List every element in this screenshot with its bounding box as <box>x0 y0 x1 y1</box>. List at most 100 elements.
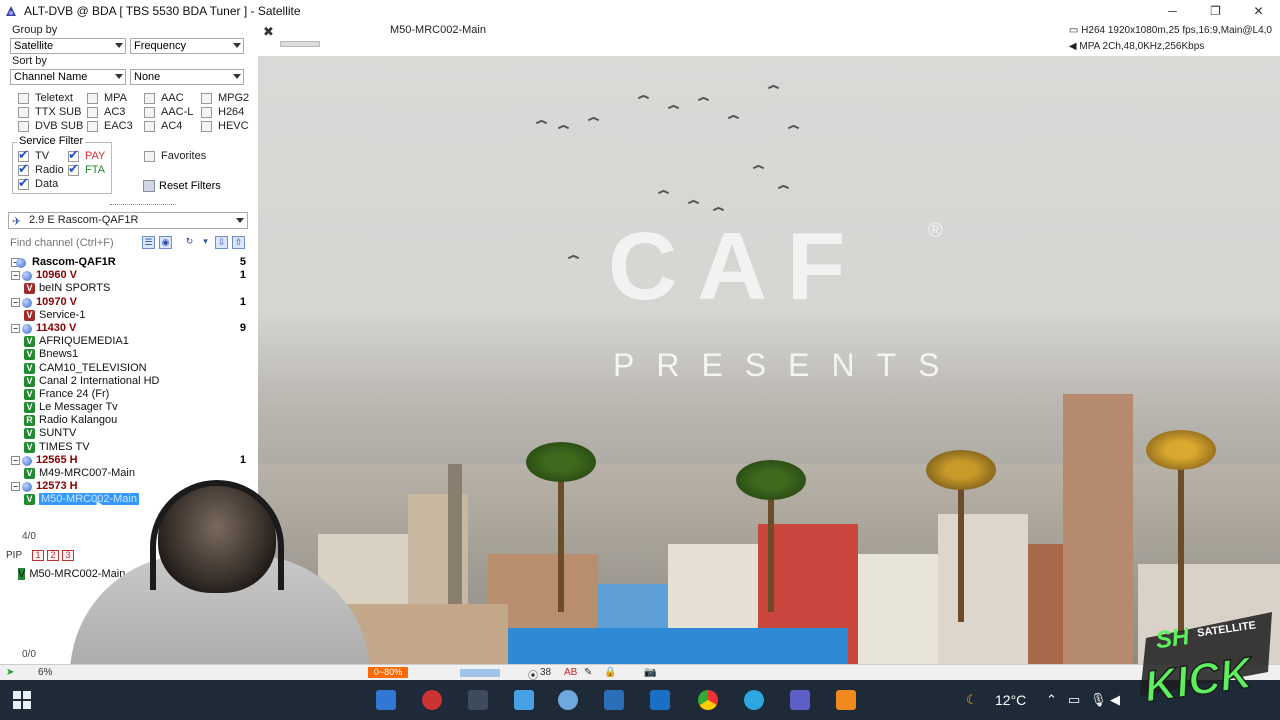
channel-item[interactable]: R Radio Kalangou <box>8 414 248 427</box>
network-icon[interactable]: ▭ <box>1068 692 1080 708</box>
reset-filters-button[interactable]: Reset Filters <box>143 180 221 192</box>
app-icon[interactable] <box>650 690 670 710</box>
channel-item[interactable]: V M49-MRC007-Main <box>8 467 248 480</box>
scan-icon[interactable]: ◉ <box>159 236 172 249</box>
camera-icon[interactable]: 📷 <box>644 667 656 678</box>
sort-by-select[interactable]: Channel Name <box>10 69 126 85</box>
pin-icon[interactable]: ✎ <box>584 667 592 678</box>
checkbox-ac4[interactable]: AC4 <box>144 120 182 132</box>
folder-icon[interactable] <box>514 690 534 710</box>
pip-slot-3-button[interactable]: 3 <box>62 550 74 561</box>
tray-chevron-icon[interactable]: ⌃ <box>1046 692 1057 708</box>
tree-transponder-node[interactable]: − 12565 H 1 <box>8 454 248 467</box>
bird-shape <box>698 94 708 104</box>
channel-name: SUNTV <box>39 427 77 440</box>
channel-item[interactable]: V France 24 (Fr) <box>8 388 248 401</box>
close-button[interactable]: ✕ <box>1237 0 1280 22</box>
channel-search-input[interactable] <box>8 235 138 252</box>
channel-item[interactable]: V Service-1 <box>8 309 248 322</box>
channel-name: France 24 (Fr) <box>39 387 110 400</box>
channel-item[interactable]: V Canal 2 International HD <box>8 375 248 388</box>
tree-transponder-node[interactable]: − 10960 V 1 <box>8 269 248 282</box>
pip-slot-2-button[interactable]: 2 <box>47 550 59 561</box>
sort-up-icon[interactable]: ⇧ <box>232 236 245 249</box>
windows-start-icon[interactable] <box>13 691 31 709</box>
channel-item[interactable]: V SUNTV <box>8 427 248 440</box>
list-view-icon[interactable]: ☰ <box>142 236 155 249</box>
channel-name: Le Messager Tv <box>39 401 118 414</box>
channel-item[interactable]: V AFRIQUEMEDIA1 <box>8 335 248 348</box>
settings-app-icon[interactable] <box>558 690 578 710</box>
sort-by-secondary-select[interactable]: None <box>130 69 244 85</box>
checkbox-teletext[interactable]: Teletext <box>18 92 73 104</box>
checkbox-aac[interactable]: AAC <box>144 92 184 104</box>
collapse-icon[interactable]: − <box>11 297 20 307</box>
lock-icon[interactable]: 🔒 <box>604 667 616 678</box>
bird-shape <box>658 187 668 197</box>
channel-name: Radio Kalangou <box>39 414 118 427</box>
minimize-button[interactable]: ─ <box>1151 0 1194 22</box>
sh-satellite-kick-logo: SH SATELLITE KICK <box>1140 612 1272 713</box>
volume-slider[interactable] <box>280 41 320 47</box>
tree-satellite-node[interactable]: −Rascom-QAF1R5 <box>8 256 248 269</box>
checkbox-label: TV <box>35 150 50 162</box>
windows-taskbar: ☾ 12°C ⌃ ▭ 🎙 ◀ <box>0 680 1280 720</box>
app-icon[interactable] <box>468 690 488 710</box>
checkbox-ac3[interactable]: AC3 <box>87 106 125 118</box>
checkbox-dvb-sub[interactable]: DVB SUB <box>18 120 83 132</box>
vlc-icon[interactable] <box>836 690 856 710</box>
checkbox-ttx-sub[interactable]: TTX SUB <box>18 106 81 118</box>
sort-down-icon[interactable]: ⇩ <box>215 236 228 249</box>
alt-dvb-taskbar-icon[interactable] <box>790 690 810 710</box>
checkbox-favorites[interactable]: Favorites <box>144 150 206 162</box>
volume-icon[interactable]: ◀ <box>1110 692 1120 708</box>
store-icon[interactable] <box>376 690 396 710</box>
restore-button[interactable]: ❐ <box>1194 0 1237 22</box>
ab-icon[interactable]: AB <box>564 667 577 678</box>
chrome-icon[interactable] <box>698 690 718 710</box>
telegram-icon[interactable] <box>744 690 764 710</box>
recorder-app-icon[interactable] <box>422 690 442 710</box>
transponder-label: 10970 V <box>36 295 77 308</box>
transponder-label: 12573 H <box>36 480 78 493</box>
pip-label: PIP <box>6 550 23 561</box>
collapse-icon[interactable]: − <box>11 482 20 492</box>
pip-channel-item[interactable]: V M50-MRC002-Main <box>18 568 125 580</box>
checkbox-mpg2[interactable]: MPG2 <box>201 92 249 104</box>
checkbox-h264[interactable]: H264 <box>201 106 244 118</box>
dropdown-arrow-icon[interactable]: ▾ <box>199 236 212 249</box>
collapse-icon[interactable]: − <box>11 323 20 333</box>
microphone-icon[interactable]: 🎙 <box>1090 692 1107 708</box>
tree-transponder-node[interactable]: − 11430 V 9 <box>8 322 248 335</box>
video-player[interactable]: ✖ M50-MRC002-Main ▭ H264 1920x1080m,25 f… <box>258 22 1280 664</box>
splitter-handle[interactable] <box>110 204 176 208</box>
checkbox-data[interactable]: Data <box>18 175 58 191</box>
bird-shape <box>638 92 648 102</box>
checkbox-mpa[interactable]: MPA <box>87 92 127 104</box>
channel-item[interactable]: VbeIN SPORTS <box>8 282 248 295</box>
checkbox-aac-l[interactable]: AAC-L <box>144 106 193 118</box>
tree-transponder-node[interactable]: − 10970 V 1 <box>8 296 248 309</box>
collapse-icon[interactable]: − <box>11 271 20 281</box>
channel-name: Bnews1 <box>39 348 79 361</box>
channel-name: M50-MRC002-Main <box>39 493 139 506</box>
refresh-icon[interactable]: ↻ <box>183 236 196 249</box>
close-video-icon[interactable]: ✖ <box>263 24 274 40</box>
globe-icon <box>22 482 32 493</box>
transponder-label: 10960 V <box>36 269 77 282</box>
calculator-icon[interactable] <box>604 690 624 710</box>
channel-item[interactable]: V TIMES TV <box>8 441 248 454</box>
satellite-select[interactable]: ✈ 2.9 E Rascom-QAF1R <box>8 212 248 229</box>
group-by-select[interactable]: Satellite <box>10 38 126 54</box>
pip-slot-1-button[interactable]: 1 <box>32 550 44 561</box>
channel-item[interactable]: V Bnews1 <box>8 348 248 361</box>
collapse-icon[interactable]: − <box>11 455 20 465</box>
reset-filters-label: Reset Filters <box>159 180 221 192</box>
channel-item[interactable]: V CAM10_TELEVISION <box>8 362 248 375</box>
channel-item[interactable]: V Le Messager Tv <box>8 401 248 414</box>
checkbox-fta[interactable]: FTA <box>68 161 105 177</box>
checkbox-hevc[interactable]: HEVC <box>201 120 249 132</box>
checkbox-eac3[interactable]: EAC3 <box>87 120 133 132</box>
svg-text:SH: SH <box>1154 623 1191 654</box>
group-by-secondary-select[interactable]: Frequency <box>130 38 244 54</box>
